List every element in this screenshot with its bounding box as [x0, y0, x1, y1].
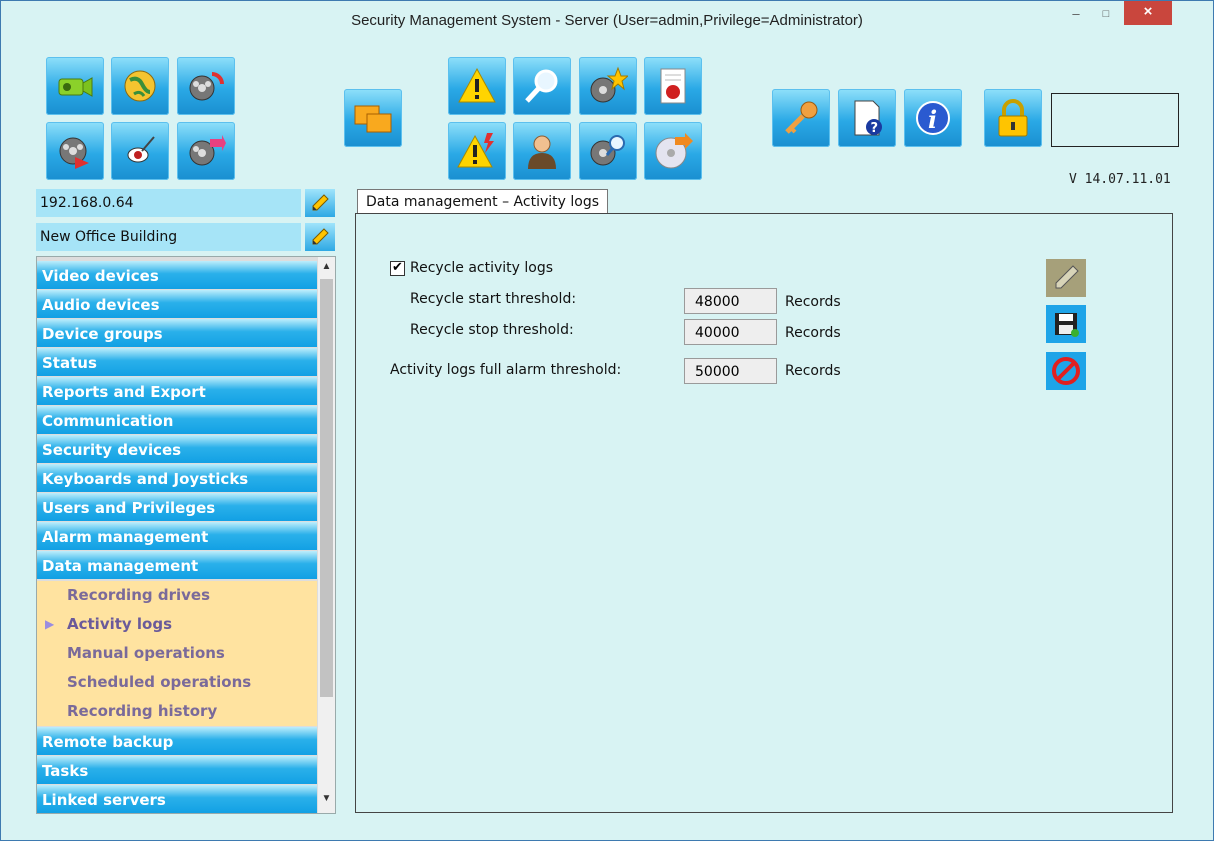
nav-video-devices[interactable]: Video devices	[37, 261, 317, 289]
start-unit-label: Records	[785, 294, 841, 310]
nav-recording-drives[interactable]: Recording drives	[37, 581, 317, 610]
maximize-button[interactable]: □	[1093, 3, 1119, 25]
nav-activity-logs-label: Activity logs	[67, 615, 173, 633]
film-play-icon	[59, 137, 89, 169]
screens-icon	[354, 105, 392, 133]
nav-data-management[interactable]: Data management	[37, 551, 317, 579]
lock-button[interactable]	[984, 89, 1042, 147]
scroll-up-icon[interactable]: ▲	[318, 261, 335, 277]
window-title: Security Management System - Server (Use…	[351, 12, 863, 29]
alarm-flash-icon	[457, 133, 494, 168]
selected-arrow-icon: ▶	[45, 617, 55, 631]
alarm-icon	[458, 67, 496, 103]
disc-export-icon	[655, 133, 693, 169]
nav-users-and-privileges[interactable]: Users and Privileges	[37, 493, 317, 521]
nav-activity-logs[interactable]: ▶ Activity logs	[37, 610, 317, 639]
live-view-button[interactable]	[46, 57, 104, 115]
info-icon: i	[916, 101, 950, 135]
bookmarks-button[interactable]	[579, 57, 637, 115]
full-unit-label: Records	[785, 363, 841, 379]
full-alarm-label: Activity logs full alarm threshold:	[390, 362, 622, 378]
stop-threshold-label: Recycle stop threshold:	[410, 322, 574, 338]
lock-icon	[998, 99, 1028, 137]
recycle-label: Recycle activity logs	[410, 260, 554, 276]
users-button[interactable]	[513, 122, 571, 180]
nav-tasks[interactable]: Tasks	[37, 756, 317, 784]
nav-device-groups[interactable]: Device groups	[37, 319, 317, 347]
scroll-down-icon[interactable]: ▼	[318, 793, 335, 809]
tuning-button[interactable]	[111, 122, 169, 180]
burn-disc-button[interactable]	[644, 122, 702, 180]
nav-scrollbar[interactable]: ▲ ▼	[318, 257, 335, 813]
minimize-button[interactable]: –	[1063, 3, 1089, 25]
playback-refresh-button[interactable]	[177, 57, 235, 115]
title-bar: Security Management System - Server (Use…	[1, 1, 1213, 41]
start-threshold-label: Recycle start threshold:	[410, 291, 577, 307]
film-search-icon	[590, 135, 625, 166]
stop-unit-label: Records	[785, 325, 841, 341]
help-button[interactable]: ?	[838, 89, 896, 147]
film-export-icon	[189, 135, 226, 166]
alarm-events-button[interactable]	[448, 122, 506, 180]
status-display	[1051, 93, 1179, 147]
nav-security-devices[interactable]: Security devices	[37, 435, 317, 463]
screens-button[interactable]	[344, 89, 402, 147]
svg-text:?: ?	[871, 121, 879, 136]
film-refresh-icon	[189, 72, 224, 101]
nav-linked-servers[interactable]: Linked servers	[37, 785, 317, 813]
start-threshold-input[interactable]: 48000	[684, 288, 777, 314]
about-button[interactable]: i	[904, 89, 962, 147]
search-icon	[525, 69, 558, 103]
pencil-icon	[312, 194, 329, 211]
recycle-checkbox[interactable]: ✔	[390, 259, 405, 276]
save-button[interactable]	[1046, 305, 1086, 343]
save-icon	[1055, 313, 1079, 337]
nav-reports-and-export[interactable]: Reports and Export	[37, 377, 317, 405]
video-search-button[interactable]	[579, 122, 637, 180]
report-button[interactable]	[644, 57, 702, 115]
stop-threshold-input[interactable]: 40000	[684, 319, 777, 345]
user-icon	[528, 135, 556, 169]
cancel-button[interactable]	[1046, 352, 1086, 390]
main-window: Security Management System - Server (Use…	[0, 0, 1214, 841]
report-icon	[660, 68, 686, 104]
server-ip-field: 192.168.0.64	[36, 189, 301, 217]
edit-button[interactable]	[1046, 259, 1086, 297]
nav-status[interactable]: Status	[37, 348, 317, 376]
scroll-thumb[interactable]	[320, 279, 333, 697]
svg-text:i: i	[928, 105, 937, 134]
film-star-icon	[590, 66, 628, 103]
pencil-icon	[312, 228, 329, 245]
nav-remote-backup[interactable]: Remote backup	[37, 727, 317, 755]
check-mark-icon: ✔	[392, 259, 403, 274]
export-video-button[interactable]	[177, 122, 235, 180]
nav-communication[interactable]: Communication	[37, 406, 317, 434]
nav-audio-devices[interactable]: Audio devices	[37, 290, 317, 318]
map-button[interactable]	[111, 57, 169, 115]
nav-recording-history[interactable]: Recording history	[37, 697, 317, 726]
tuning-icon	[127, 136, 155, 163]
edit-site-button[interactable]	[305, 223, 335, 251]
full-alarm-input[interactable]: 50000	[684, 358, 777, 384]
cancel-icon	[1052, 357, 1080, 385]
navigation-panel: Video devices Audio devices Device group…	[36, 256, 336, 814]
nav-keyboards-and-joysticks[interactable]: Keyboards and Joysticks	[37, 464, 317, 492]
nav-manual-operations[interactable]: Manual operations	[37, 639, 317, 668]
edit-icon	[1055, 265, 1079, 289]
tab-activity-logs[interactable]: Data management – Activity logs	[357, 189, 609, 214]
nav-alarm-management[interactable]: Alarm management	[37, 522, 317, 550]
version-label: V 14.07.11.01	[1069, 172, 1171, 187]
license-button[interactable]	[772, 89, 830, 147]
globe-icon	[124, 70, 156, 102]
help-doc-icon: ?	[854, 100, 882, 136]
camera-icon	[58, 77, 93, 97]
site-name-field: New Office Building	[36, 223, 301, 251]
alarms-button[interactable]	[448, 57, 506, 115]
key-icon	[785, 101, 818, 134]
search-button[interactable]	[513, 57, 571, 115]
playback-button[interactable]	[46, 122, 104, 180]
nav-scheduled-operations[interactable]: Scheduled operations	[37, 668, 317, 697]
edit-server-button[interactable]	[305, 189, 335, 217]
close-button[interactable]: ×	[1124, 1, 1172, 25]
